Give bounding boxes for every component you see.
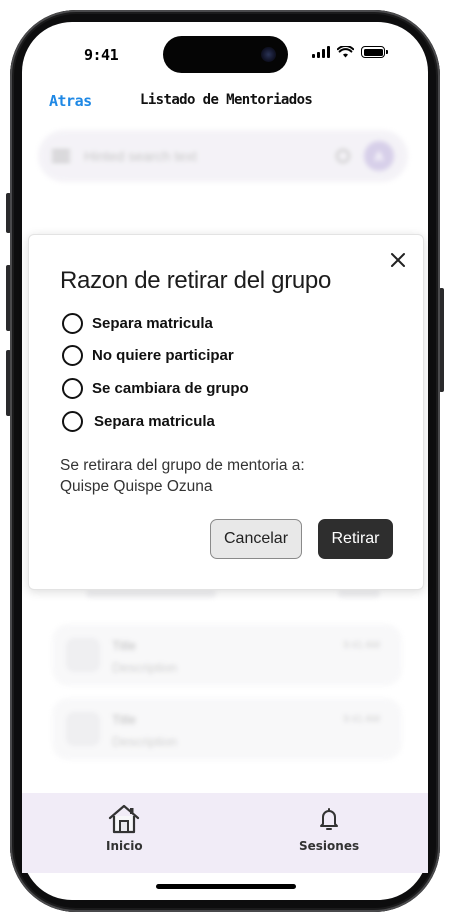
search-icon [336,149,350,163]
search-bar: Hinted search text A [38,130,408,182]
withdraw-message: Se retirara del grupo de mentoria a: Qui… [60,455,305,497]
radio-button[interactable] [62,345,83,366]
wifi-icon [337,46,354,58]
radio-button[interactable] [62,313,83,334]
back-button[interactable]: Atras [49,92,92,110]
nav-item-sesiones[interactable]: Sesiones [299,803,359,853]
retire-button[interactable]: Retirar [318,519,393,559]
nav-item-inicio[interactable]: Inicio [106,803,143,853]
cancel-button[interactable]: Cancelar [210,519,302,559]
bottom-nav: Inicio Sesiones [22,793,428,873]
list-item-description: Description [112,734,178,749]
list-item-description: Description [112,660,178,675]
list-item-thumbnail [66,712,100,746]
reason-option-label: Separa matricula [94,413,215,430]
reason-option[interactable]: Separa matricula [62,411,215,432]
list-item: Title Description 9:41 AM [52,624,402,686]
list-item: Title Description 9:41 AM [52,698,402,760]
dialog-title: Razon de retirar del grupo [60,267,332,294]
cellular-signal-icon [312,46,330,58]
reason-option[interactable]: No quiere participar [62,345,234,366]
radio-button[interactable] [62,378,83,399]
reason-option-label: Se cambiara de grupo [92,380,249,397]
menu-icon [52,150,70,162]
reason-option[interactable]: Se cambiara de grupo [62,378,249,399]
reason-option[interactable]: Separa matricula [62,313,213,334]
list-item-title: Title [112,712,137,727]
nav-item-label: Inicio [106,839,143,853]
avatar: A [364,141,394,171]
reason-option-label: No quiere participar [92,347,234,364]
close-button[interactable] [387,249,409,271]
battery-icon [361,46,388,58]
status-icons [312,46,388,58]
withdraw-reason-dialog: Razon de retirar del grupo Separa matric… [28,234,424,590]
close-icon [391,253,405,267]
bell-icon [320,808,339,830]
list-item-time-placeholder [338,590,380,598]
mentee-name: Quispe Quispe Ozuna [60,478,213,495]
status-time: 9:41 [84,46,119,64]
nav-item-label: Sesiones [299,839,360,853]
list-item-email-placeholder [86,590,216,598]
home-indicator [156,884,296,889]
home-icon [109,804,140,834]
radio-button[interactable] [62,411,83,432]
list-item-time: 9:41 AM [343,714,380,725]
dynamic-island [163,36,288,73]
reason-option-label: Separa matricula [92,315,213,332]
list-item-title: Title [112,638,137,653]
search-placeholder: Hinted search text [84,148,197,164]
camera-icon [261,47,276,62]
list-item-time: 9:41 AM [343,640,380,651]
page-title: Listado de Mentoriados [140,92,313,108]
withdraw-message-line: Se retirara del grupo de mentoria a: [60,457,305,474]
list-item-thumbnail [66,638,100,672]
